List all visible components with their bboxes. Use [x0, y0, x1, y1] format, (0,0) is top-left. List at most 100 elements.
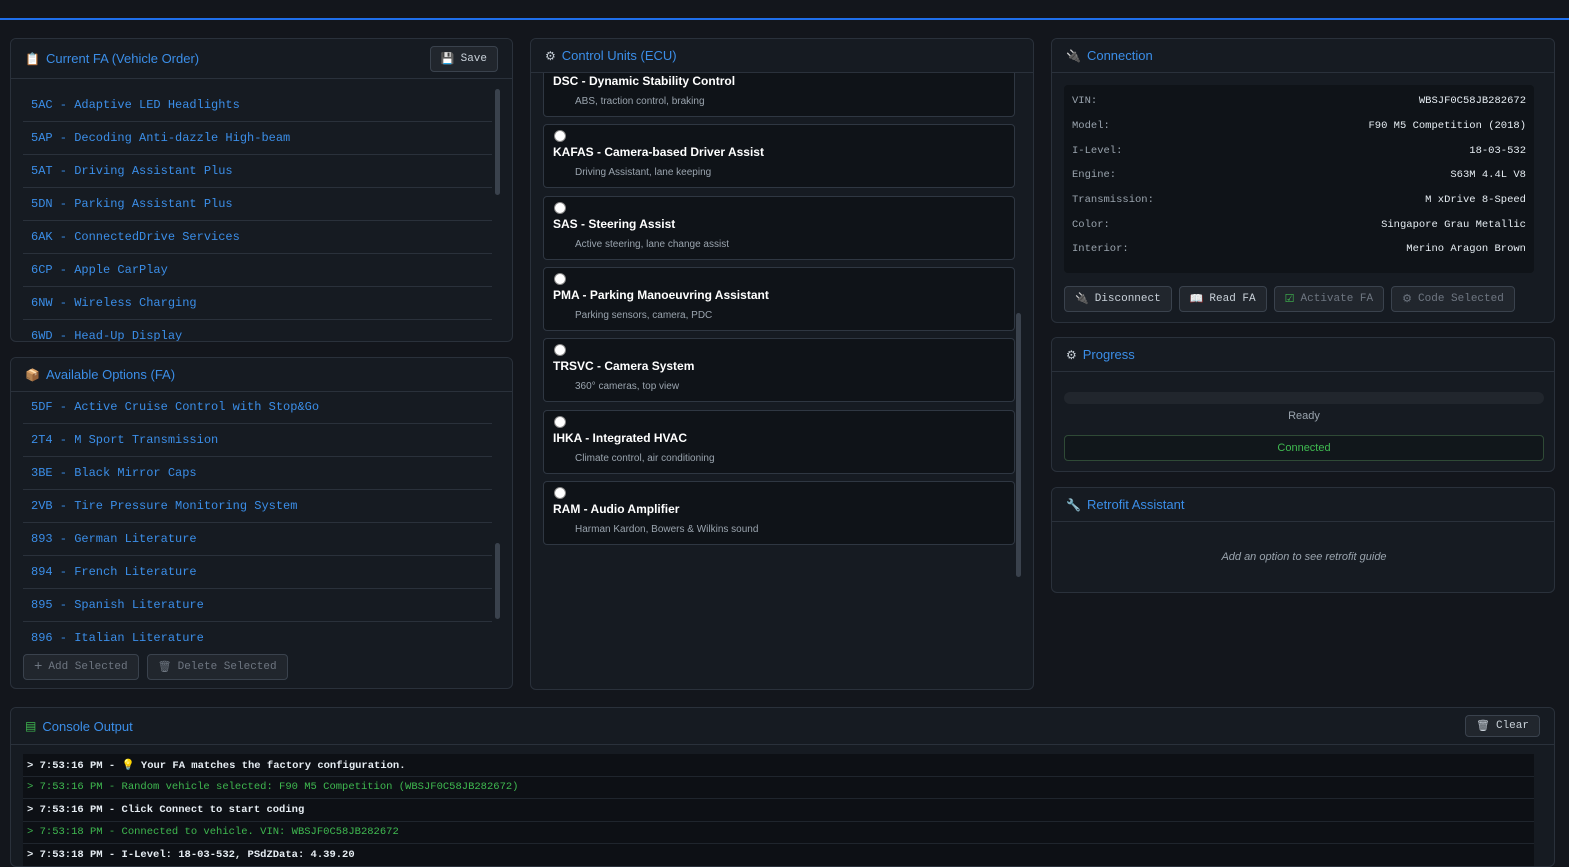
ecu-card[interactable]: DSC - Dynamic Stability Control ABS, trac… — [543, 73, 1015, 117]
terminal-icon: ▤ — [25, 719, 37, 733]
ecu-radio[interactable] — [554, 130, 566, 143]
current-fa-list[interactable]: 5AC - Adaptive LED Headlights 5AP - Decod… — [23, 89, 492, 341]
option-list-item[interactable]: 3BE - Black Mirror Caps — [23, 457, 492, 490]
gear-icon: ⚙ — [545, 48, 556, 63]
available-options-title: Available Options (FA) — [45, 367, 176, 382]
info-label: Engine: — [1072, 169, 1117, 182]
gear-icon: ⚙ — [1066, 347, 1077, 362]
current-fa-header: 📋 Current FA (Vehicle Order) 💾 Save — [11, 39, 512, 79]
option-list-item[interactable]: 2T4 - M Sport Transmission — [23, 424, 492, 457]
activate-fa-button[interactable]: ☑ Activate FA — [1273, 286, 1385, 312]
option-list-item[interactable]: 2VB - Tire Pressure Monitoring System — [23, 490, 492, 523]
current-fa-title: Current FA (Vehicle Order) — [45, 51, 200, 66]
ecu-description: Harman Kardon, Bowers & Wilkins sound — [575, 523, 759, 535]
vehicle-info-row: Model: F90 M5 Competition (2018) — [1064, 114, 1534, 139]
available-options-list[interactable]: 5DF - Active Cruise Control with Stop&Go… — [23, 391, 492, 644]
info-value: Singapore Grau Metallic — [1381, 218, 1526, 231]
ecu-radio[interactable] — [554, 344, 566, 357]
vehicle-info-row: Transmission: M xDrive 8-Speed — [1064, 188, 1534, 213]
add-selected-button[interactable]: + Add Selected — [23, 654, 139, 680]
progress-panel: ⚙ Progress Ready Connected — [1051, 337, 1555, 472]
checkbox-icon: ☑ — [1284, 294, 1295, 306]
ecu-name: DSC - Dynamic Stability Control — [553, 74, 736, 88]
console-panel: ▤ Console Output 🗑 Clear > 7:53:16 PM - 💡 … — [10, 707, 1555, 867]
ecu-name: PMA - Parking Manoeuvring Assistant — [553, 287, 769, 302]
read-fa-button[interactable]: 📖 Read FA — [1178, 286, 1267, 312]
plug-icon: 🔌 — [1066, 48, 1081, 63]
ecu-radio[interactable] — [554, 201, 566, 214]
ecu-panel: ⚙ Control Units (ECU) DSC - Dynamic Stabi… — [530, 38, 1034, 690]
info-label: Transmission: — [1072, 194, 1154, 207]
delete-selected-button[interactable]: 🗑 Delete Selected — [146, 654, 288, 680]
ecu-header: ⚙ Control Units (ECU) — [531, 39, 1033, 73]
console-line: > 7:53:18 PM - I-Level: 18-03-532, PSdZD… — [23, 844, 1534, 866]
ecu-radio[interactable] — [554, 415, 566, 428]
ecu-card[interactable]: PMA - Parking Manoeuvring Assistant Parki… — [543, 266, 1015, 331]
current-fa-scrollbar[interactable] — [495, 89, 500, 195]
option-list-item[interactable]: 896 - Italian Literature — [23, 622, 492, 644]
code-selected-button[interactable]: ⚙ Code Selected — [1391, 286, 1515, 312]
option-list-item[interactable]: 895 - Spanish Literature — [23, 589, 492, 622]
connection-title: Connection — [1086, 48, 1153, 63]
connection-header: 🔌 Connection — [1052, 39, 1554, 73]
retrofit-title: Retrofit Assistant — [1086, 497, 1185, 512]
ecu-card[interactable]: IHKA - Integrated HVAC Climate control, a… — [543, 409, 1015, 474]
info-value: S63M 4.4L V8 — [1450, 169, 1526, 182]
ecu-description: Climate control, air conditioning — [575, 452, 715, 464]
fa-list-item[interactable]: 6AK - ConnectedDrive Services — [23, 221, 492, 254]
console-log[interactable]: > 7:53:16 PM - 💡 Your FA matches the fac… — [23, 754, 1534, 866]
ecu-card[interactable]: KAFAS - Camera-based Driver Assist Drivin… — [543, 124, 1015, 189]
ecu-scrollbar[interactable] — [1016, 313, 1021, 577]
ecu-radio[interactable] — [554, 272, 566, 285]
disconnect-button[interactable]: 🔌 Disconnect — [1064, 286, 1172, 312]
ecu-card[interactable]: TRSVC - Camera System 360° cameras, top v… — [543, 338, 1015, 403]
console-line: > 7:53:16 PM - Click Connect to start co… — [23, 799, 1534, 822]
connection-status-badge: Connected — [1064, 435, 1544, 461]
ecu-name: RAM - Audio Amplifier — [553, 501, 680, 516]
plus-icon: + — [34, 659, 43, 675]
fa-list-item[interactable]: 5AP - Decoding Anti-dazzle High-beam — [23, 122, 492, 155]
vehicle-info: VIN: WBSJF0C58JB282672 Model: F90 M5 Compet… — [1064, 85, 1534, 273]
retrofit-header: 🔧 Retrofit Assistant — [1052, 488, 1554, 522]
ecu-description: ABS, traction control, braking — [575, 96, 705, 107]
info-value: 18-03-532 — [1469, 144, 1526, 157]
option-list-item[interactable]: 5DF - Active Cruise Control with Stop&Go — [23, 391, 492, 424]
vehicle-info-row: I-Level: 18-03-532 — [1064, 138, 1534, 163]
save-button[interactable]: 💾 Save — [429, 45, 498, 72]
console-line: > 7:53:18 PM - Connected to vehicle. VIN… — [23, 822, 1534, 844]
info-label: Color: — [1072, 218, 1110, 231]
fa-list-item[interactable]: 5DN - Parking Assistant Plus — [23, 188, 492, 221]
info-value: F90 M5 Competition (2018) — [1368, 120, 1526, 133]
progress-header: ⚙ Progress — [1052, 338, 1554, 372]
ecu-description: Active steering, lane change assist — [575, 238, 729, 250]
available-options-panel: 📦 Available Options (FA) 5DF - Active Cru… — [10, 357, 513, 689]
option-list-item[interactable]: 894 - French Literature — [23, 556, 492, 589]
available-options-scrollbar[interactable] — [495, 543, 500, 619]
vehicle-info-row: Interior: Merino Aragon Brown — [1064, 237, 1534, 262]
info-label: Interior: — [1072, 243, 1129, 256]
ecu-radio[interactable] — [554, 486, 566, 499]
ecu-card[interactable]: SAS - Steering Assist Active steering, la… — [543, 195, 1015, 260]
connection-panel: 🔌 Connection VIN: WBSJF0C58JB282672 Model: F… — [1051, 38, 1555, 323]
fa-list-item[interactable]: 5AC - Adaptive LED Headlights — [23, 89, 492, 122]
info-value: WBSJF0C58JB282672 — [1418, 95, 1526, 108]
gear-icon: ⚙ — [1402, 294, 1413, 306]
fa-list-item[interactable]: 6NW - Wireless Charging — [23, 287, 492, 320]
plug-icon: 🔌 — [1075, 294, 1089, 306]
console-title: Console Output — [42, 718, 133, 734]
progress-status: Ready — [1288, 410, 1320, 422]
ecu-name: TRSVC - Camera System — [553, 359, 695, 374]
fa-list-item[interactable]: 6CP - Apple CarPlay — [23, 254, 492, 287]
ecu-name: KAFAS - Camera-based Driver Assist — [553, 145, 764, 160]
option-list-item[interactable]: 893 - German Literature — [23, 523, 492, 556]
ecu-card[interactable]: RAM - Audio Amplifier Harman Kardon, Bowe… — [543, 480, 1015, 545]
console-line: > 7:53:16 PM - 💡 Your FA matches the fac… — [23, 754, 1534, 777]
clipboard-icon: 📋 — [25, 51, 40, 66]
console-line: > 7:53:16 PM - Random vehicle selected: … — [23, 777, 1534, 799]
vehicle-info-row: Color: Singapore Grau Metallic — [1064, 212, 1534, 237]
ecu-description: Driving Assistant, lane keeping — [575, 167, 712, 179]
info-label: VIN: — [1072, 95, 1098, 108]
fa-list-item[interactable]: 6WD - Head-Up Display — [23, 320, 492, 341]
fa-list-item[interactable]: 5AT - Driving Assistant Plus — [23, 155, 492, 188]
clear-button[interactable]: 🗑 Clear — [1465, 715, 1540, 737]
